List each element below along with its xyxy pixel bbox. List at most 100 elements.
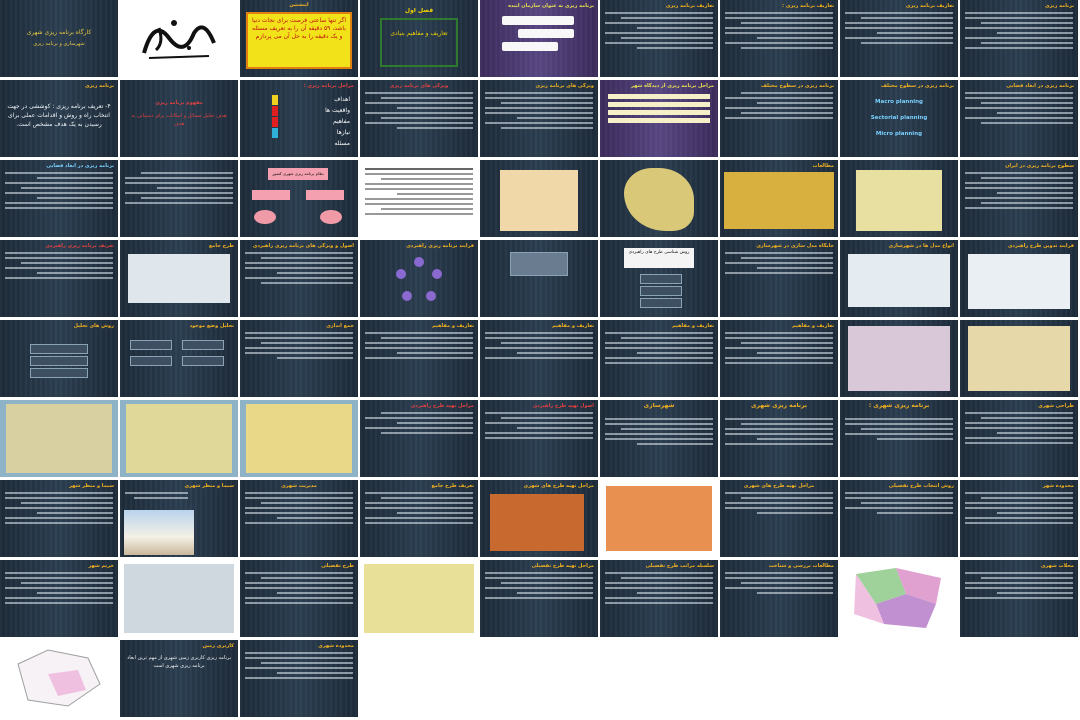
slide-subtitle: شهرسازی و برنامه ریزی bbox=[33, 41, 85, 47]
slide-thumbnail-50[interactable]: اصول تهیه طرح راهبردی bbox=[480, 400, 598, 477]
slide-thumbnail-59[interactable]: مراحل تهیه طرح های شهری bbox=[480, 480, 598, 557]
slide-thumbnail-42[interactable]: تعاریف و مفاهیم bbox=[600, 320, 718, 397]
slide-thumbnail-40[interactable]: تعاریف و مفاهیم bbox=[360, 320, 478, 397]
slide-thumbnail-43[interactable]: تعاریف و مفاهیم bbox=[720, 320, 838, 397]
slide-thumbnail-24[interactable] bbox=[600, 160, 718, 237]
slide-thumbnail-49[interactable]: مراحل تهیه طرح راهبردی bbox=[360, 400, 478, 477]
slide-thumbnail-72[interactable]: محلات شهری bbox=[960, 560, 1078, 637]
slide-title: مدیریت شهری bbox=[281, 483, 317, 489]
bullet-list bbox=[725, 252, 833, 277]
slide-thumbnail-41[interactable]: تعاریف و مفاهیم bbox=[480, 320, 598, 397]
slide-thumbnail-19[interactable]: برنامه ریزی در ابعاد فضایی bbox=[0, 160, 118, 237]
slide-thumbnail-4[interactable]: فصل اول تعاریف و مفاهیم بنیادی bbox=[360, 0, 478, 77]
slide-thumbnail-22[interactable] bbox=[360, 160, 478, 237]
slide-thumbnail-52[interactable]: برنامه ریزی شهری bbox=[720, 400, 838, 477]
slide-thumbnail-63[interactable]: محدوده شهر bbox=[960, 480, 1078, 557]
slide-body: هدف تحلیل مسائل و امکانات برای دستیابی ب… bbox=[131, 113, 227, 127]
slide-thumbnail-17[interactable]: برنامه ریزی در سطوح مختلف Macro planning… bbox=[840, 80, 958, 157]
slide-thumbnail-37[interactable]: روش های تحلیل bbox=[0, 320, 118, 397]
slide-thumbnail-67[interactable] bbox=[360, 560, 478, 637]
slide-title: برنامه ریزی شهری bbox=[750, 403, 808, 409]
slide-thumbnail-2[interactable] bbox=[120, 0, 238, 77]
slide-thumbnail-26[interactable] bbox=[840, 160, 958, 237]
slide-thumbnail-62[interactable]: روش انتخاب طرح تفصیلی bbox=[840, 480, 958, 557]
slide-thumbnail-10[interactable]: برنامه ریزی ۴- تعریف برنامه ریزی : کوششی… bbox=[0, 80, 118, 157]
slide-thumbnail-1[interactable]: کارگاه برنامه ریزی شهری شهرسازی و برنامه… bbox=[0, 0, 118, 77]
slide-thumbnail-33[interactable]: روش شناسی طرح های راهبردی bbox=[600, 240, 718, 317]
bullet-list bbox=[5, 572, 113, 607]
province-map bbox=[624, 168, 694, 231]
slide-thumbnail-51[interactable]: شهرسازی bbox=[600, 400, 718, 477]
slide-thumbnail-27[interactable]: سطوح برنامه ریزی در ایران bbox=[960, 160, 1078, 237]
slide-thumbnail-30[interactable]: اصول و ویژگی های برنامه ریزی راهبردی bbox=[240, 240, 358, 317]
slide-title: انواع مدل ها در شهرسازی bbox=[888, 243, 954, 249]
slide-thumbnail-65[interactable] bbox=[120, 560, 238, 637]
slide-thumbnail-32[interactable] bbox=[480, 240, 598, 317]
slide-thumbnail-64[interactable]: حریم شهر bbox=[0, 560, 118, 637]
slide-thumbnail-46[interactable] bbox=[0, 400, 118, 477]
bullet-list bbox=[845, 418, 953, 443]
yellow-table bbox=[724, 172, 834, 229]
slide-thumbnail-15[interactable]: مراحل برنامه ریزی از دیدگاه شهر bbox=[600, 80, 718, 157]
slide-thumbnail-54[interactable]: طراحی شهری bbox=[960, 400, 1078, 477]
slide-thumbnail-21[interactable]: نظام برنامه ریزی شهری کشور bbox=[240, 160, 358, 237]
slide-thumbnail-58[interactable]: تعریف طرح جامع bbox=[360, 480, 478, 557]
bullet-list bbox=[605, 12, 713, 52]
slide-thumbnail-68[interactable]: مراحل تهیه طرح تفصیلی bbox=[480, 560, 598, 637]
slide-thumbnail-29[interactable]: طرح جامع bbox=[120, 240, 238, 317]
slide-thumbnail-66[interactable]: طرح تفصیلی bbox=[240, 560, 358, 637]
slide-thumbnail-56[interactable]: سیما و منظر شهری bbox=[120, 480, 238, 557]
slide-thumbnail-70[interactable]: مطالعات بررسی و شناخت bbox=[720, 560, 838, 637]
slide-thumbnail-55[interactable]: سیما و منظر شهر bbox=[0, 480, 118, 557]
slide-thumbnail-69[interactable]: سلسله مراتب طرح تفصیلی bbox=[600, 560, 718, 637]
slide-thumbnail-75[interactable]: محدوده شهری bbox=[240, 640, 358, 717]
city-map bbox=[856, 170, 942, 231]
slide-thumbnail-18[interactable]: برنامه ریزی در ابعاد فضایی bbox=[960, 80, 1078, 157]
slide-title: برنامه ریزی bbox=[1044, 3, 1074, 9]
bullet-list bbox=[965, 492, 1073, 527]
slide-thumbnail-57[interactable]: مدیریت شهری bbox=[240, 480, 358, 557]
slide-thumbnail-53[interactable]: برنامه ریزی شهری : bbox=[840, 400, 958, 477]
slide-thumbnail-11[interactable]: مفهوم برنامه ریزی هدف تحلیل مسائل و امکا… bbox=[120, 80, 238, 157]
slide-thumbnail-13[interactable]: ویژگی های برنامه ریزی bbox=[360, 80, 478, 157]
slide-thumbnail-23[interactable] bbox=[480, 160, 598, 237]
slide-thumbnail-6[interactable]: تعاریف برنامه ریزی bbox=[600, 0, 718, 77]
slide-title: تعاریف و مفاهیم bbox=[672, 323, 714, 329]
bullet-list bbox=[725, 572, 833, 597]
slide-thumbnail-74[interactable]: کاربری زمین برنامه ریزی کاربری زمین شهری… bbox=[120, 640, 238, 717]
slide-thumbnail-9[interactable]: برنامه ریزی bbox=[960, 0, 1078, 77]
slide-thumbnail-5[interactable]: برنامه ریزی به عنوان سازمان اینده bbox=[480, 0, 598, 77]
slide-thumbnail-39[interactable]: جمع اندازی bbox=[240, 320, 358, 397]
neighborhoods-map bbox=[17, 649, 101, 707]
slide-thumbnail-36[interactable]: فرآیند تدوین طرح راهبردی bbox=[960, 240, 1078, 317]
landuse-map bbox=[126, 404, 232, 473]
slide-thumbnail-71[interactable] bbox=[840, 560, 958, 637]
quote-box: اگر تنها ساعتی فرصت برای نجات دنیا باشد،… bbox=[246, 12, 352, 69]
slide-thumbnail-28[interactable]: تعریف برنامه ریزی راهبردی bbox=[0, 240, 118, 317]
slide-thumbnail-16[interactable]: برنامه ریزی در سطوح مختلف bbox=[720, 80, 838, 157]
bullet-list bbox=[845, 492, 953, 517]
slide-thumbnail-61[interactable]: مراحل تهیه طرح های شهری bbox=[720, 480, 838, 557]
slide-thumbnail-31[interactable]: فرآیند برنامه ریزی راهبردی bbox=[360, 240, 478, 317]
slide-thumbnail-47[interactable] bbox=[120, 400, 238, 477]
slide-title: طراحی شهری bbox=[1038, 403, 1074, 409]
slide-thumbnail-3[interactable]: اینشتین اگر تنها ساعتی فرصت برای نجات دن… bbox=[240, 0, 358, 77]
slide-thumbnail-34[interactable]: جایگاه مدل سازی در شهرسازی bbox=[720, 240, 838, 317]
slide-thumbnail-45[interactable] bbox=[960, 320, 1078, 397]
slide-thumbnail-20[interactable] bbox=[120, 160, 238, 237]
slide-thumbnail-25[interactable]: مطالعات bbox=[720, 160, 838, 237]
slide-thumbnail-12[interactable]: مراحل برنامه ریزی : اهداف واقعیت ها مفاه… bbox=[240, 80, 358, 157]
slide-thumbnail-48[interactable] bbox=[240, 400, 358, 477]
master-plan-map bbox=[606, 486, 712, 551]
slide-thumbnail-35[interactable]: انواع مدل ها در شهرسازی bbox=[840, 240, 958, 317]
slide-title: فصل اول bbox=[404, 8, 434, 14]
slide-title: مطالعات bbox=[812, 163, 834, 169]
slide-thumbnail-44[interactable] bbox=[840, 320, 958, 397]
slide-thumbnail-14[interactable]: ویژگی های برنامه ریزی bbox=[480, 80, 598, 157]
slide-thumbnail-73[interactable] bbox=[0, 640, 118, 717]
slide-thumbnail-60[interactable] bbox=[600, 480, 718, 557]
slide-thumbnail-38[interactable]: تحلیل وضع موجود bbox=[120, 320, 238, 397]
slide-title: ویژگی های برنامه ریزی bbox=[535, 83, 594, 89]
slide-thumbnail-8[interactable]: تعاریف برنامه ریزی bbox=[840, 0, 958, 77]
slide-thumbnail-7[interactable]: تعاریف برنامه ریزی : bbox=[720, 0, 838, 77]
